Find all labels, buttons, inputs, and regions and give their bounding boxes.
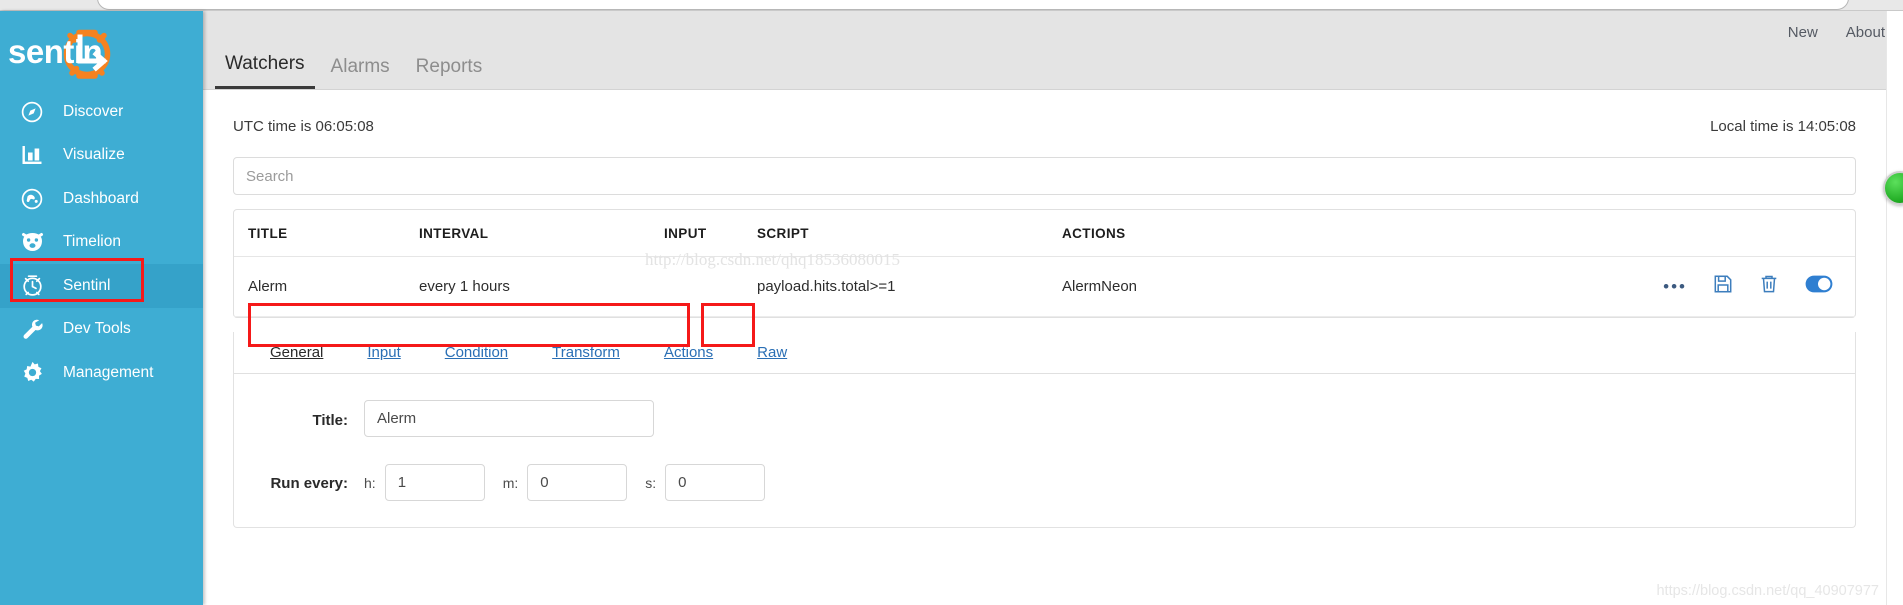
minutes-prefix-label: m: <box>502 474 519 491</box>
seconds-input[interactable] <box>665 464 766 501</box>
dashboard-icon <box>17 186 47 212</box>
local-time-label: Local time is 14:05:08 <box>1710 118 1856 135</box>
sidebar-item-discover[interactable]: Discover <box>0 90 203 134</box>
seconds-prefix-label: s: <box>645 474 657 491</box>
sidebar-item-label: Discover <box>63 102 124 120</box>
search-bar <box>233 157 1856 195</box>
sidebar-item-dev-tools[interactable]: Dev Tools <box>0 308 203 352</box>
watcher-editor: General Input Condition Transform Action… <box>233 332 1856 528</box>
watchers-table: TITLE INTERVAL INPUT SCRIPT ACTIONS Aler… <box>234 210 1855 317</box>
enable-toggle[interactable] <box>1805 275 1833 297</box>
sidebar-item-label: Dev Tools <box>63 320 131 338</box>
timelion-icon <box>17 229 47 255</box>
alarm-clock-icon <box>17 273 47 299</box>
editor-tab-actions[interactable]: Actions <box>642 344 735 361</box>
save-icon[interactable] <box>1713 274 1733 298</box>
browser-omnibox[interactable] <box>97 0 1849 10</box>
header-actions: New About <box>1788 24 1885 41</box>
cell-title: Alerm <box>234 256 419 317</box>
app-tabs: Watchers Alarms Reports <box>215 47 492 89</box>
watchers-table-panel: TITLE INTERVAL INPUT SCRIPT ACTIONS Aler… <box>233 209 1856 318</box>
tab-watchers[interactable]: Watchers <box>215 47 315 89</box>
sidebar-item-sentinl[interactable]: Sentinl <box>0 264 203 308</box>
column-header-icons <box>1605 210 1855 257</box>
sidebar-item-label: Visualize <box>63 146 125 164</box>
new-link[interactable]: New <box>1788 24 1818 41</box>
compass-icon <box>17 99 47 125</box>
sidebar: sentin Discover Visualize Dashboard Time… <box>0 11 203 605</box>
column-header-script[interactable]: SCRIPT <box>757 210 1062 257</box>
general-form: Title: Run every: h: m: s: <box>234 374 1855 501</box>
cell-input <box>664 256 757 317</box>
time-row: UTC time is 06:05:08 Local time is 14:05… <box>233 118 1856 144</box>
run-every-label: Run every: <box>270 475 348 492</box>
hours-input[interactable] <box>384 464 485 501</box>
editor-tab-condition[interactable]: Condition <box>423 344 530 361</box>
bar-chart-icon <box>17 142 47 168</box>
table-header-row: TITLE INTERVAL INPUT SCRIPT ACTIONS <box>234 210 1855 257</box>
about-link[interactable]: About <box>1846 24 1885 41</box>
tab-alarms[interactable]: Alarms <box>321 50 400 89</box>
gear-icon <box>17 360 47 386</box>
more-options-icon[interactable]: ••• <box>1663 278 1687 295</box>
utc-time-label: UTC time is 06:05:08 <box>233 118 374 135</box>
editor-tabs: General Input Condition Transform Action… <box>234 332 1855 374</box>
search-input[interactable] <box>233 157 1856 195</box>
sentinl-logo-icon: sentin <box>8 29 111 79</box>
wrench-icon <box>17 316 47 342</box>
brand-logo[interactable]: sentin <box>0 11 203 90</box>
hours-prefix-label: h: <box>364 474 376 491</box>
sidebar-item-management[interactable]: Management <box>0 351 203 395</box>
cell-actions: AlermNeon <box>1062 256 1605 317</box>
cell-script: payload.hits.total>=1 <box>757 256 1062 317</box>
sidebar-item-label: Management <box>63 363 154 381</box>
sidebar-item-label: Timelion <box>63 233 121 251</box>
editor-tab-general[interactable]: General <box>254 344 345 361</box>
minutes-input[interactable] <box>527 464 628 501</box>
tab-reports[interactable]: Reports <box>406 50 493 89</box>
top-header-bar: New About Watchers Alarms Reports <box>203 11 1903 90</box>
editor-tab-transform[interactable]: Transform <box>530 344 642 361</box>
form-row-title: Title: <box>234 400 1855 437</box>
delete-icon[interactable] <box>1759 274 1779 298</box>
right-scroll-rail[interactable] <box>1886 11 1903 605</box>
run-every-inputs: h: m: s: <box>364 463 766 501</box>
editor-tab-input[interactable]: Input <box>345 344 422 361</box>
browser-chrome <box>0 0 1903 11</box>
column-header-interval[interactable]: INTERVAL <box>419 210 664 257</box>
main-content: UTC time is 06:05:08 Local time is 14:05… <box>203 90 1886 605</box>
title-label: Title: <box>312 412 348 429</box>
column-header-actions[interactable]: ACTIONS <box>1062 210 1605 257</box>
title-input[interactable] <box>364 400 654 437</box>
sidebar-item-timelion[interactable]: Timelion <box>0 221 203 265</box>
table-row[interactable]: Alerm every 1 hours payload.hits.total>=… <box>234 256 1855 317</box>
cell-row-icons: ••• <box>1605 256 1855 317</box>
sidebar-item-visualize[interactable]: Visualize <box>0 134 203 178</box>
editor-tab-raw[interactable]: Raw <box>735 344 809 361</box>
column-header-input[interactable]: INPUT <box>664 210 757 257</box>
cell-interval: every 1 hours <box>419 256 664 317</box>
sidebar-item-label: Dashboard <box>63 189 139 207</box>
sidebar-item-label: Sentinl <box>63 276 111 294</box>
sidebar-item-dashboard[interactable]: Dashboard <box>0 177 203 221</box>
svg-text:sentin: sentin <box>8 33 102 70</box>
form-row-run-every: Run every: h: m: s: <box>234 463 1855 501</box>
column-header-title[interactable]: TITLE <box>234 210 419 257</box>
